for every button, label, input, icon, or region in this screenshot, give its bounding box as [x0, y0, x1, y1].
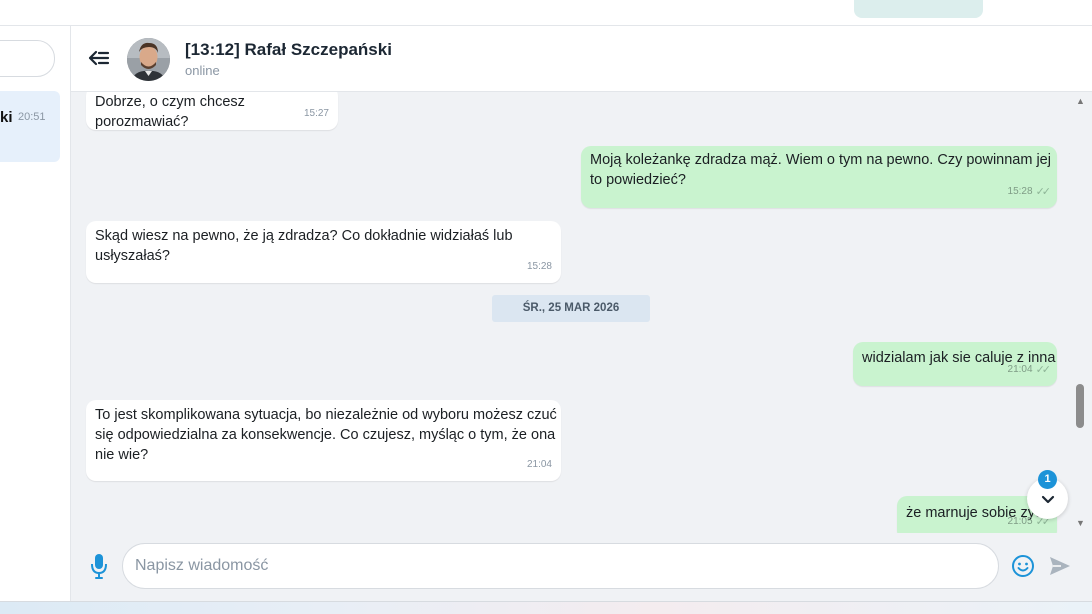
back-arrow-icon — [88, 50, 110, 66]
chat-list-sidebar: ki 20:51 — [0, 26, 71, 601]
unread-count-badge: 1 — [1038, 470, 1057, 489]
scroll-down-arrow-icon[interactable]: ▼ — [1076, 518, 1085, 528]
message-text: To jest skomplikowana sytuacja, bo nieza… — [95, 407, 557, 463]
send-icon — [1050, 557, 1070, 575]
chat-list-item[interactable]: ki 20:51 — [0, 91, 60, 162]
avatar[interactable] — [127, 38, 170, 81]
taskbar-strip — [0, 601, 1092, 614]
message-meta: 21:04 — [527, 455, 552, 475]
message-bubble-outgoing[interactable]: widzialam jak sie caluje z inna 21:04 ✓✓ — [853, 342, 1057, 386]
voice-message-button[interactable] — [89, 552, 109, 580]
message-time: 21:04 — [1007, 364, 1033, 375]
message-bubble-incoming[interactable]: Dobrze, o czym chcesz porozmawiać? 15:27 — [86, 92, 338, 130]
microphone-icon — [91, 554, 107, 579]
chevron-down-icon — [1041, 495, 1054, 503]
message-text: Moją koleżankę zdradza mąż. Wiem o tym n… — [590, 152, 1051, 188]
back-button[interactable] — [87, 46, 111, 70]
chat-list-item-time: 20:51 — [18, 111, 46, 123]
message-bubble-incoming[interactable]: Skąd wiesz na pewno, że ją zdradza? Co d… — [86, 221, 561, 283]
chat-status: online — [185, 63, 220, 78]
message-time: 15:27 — [303, 108, 329, 119]
top-window-strip — [0, 0, 1092, 26]
read-ticks-icon: ✓✓ — [1035, 364, 1052, 376]
read-ticks-icon: ✓✓ — [1035, 186, 1052, 198]
emoji-button[interactable] — [1011, 554, 1035, 578]
chat-header: [13:12] Rafał Szczepański online — [71, 26, 1092, 92]
message-time: 21:04 — [526, 459, 552, 470]
message-text: Dobrze, o czym chcesz porozmawiać? — [95, 94, 249, 130]
message-time: 15:28 — [1007, 186, 1033, 197]
chat-title[interactable]: [13:12] Rafał Szczepański — [185, 40, 392, 60]
message-scrollbar[interactable]: ▲ ▼ — [1072, 92, 1092, 533]
message-input[interactable] — [122, 543, 999, 589]
message-meta: 21:04 ✓✓ — [1007, 360, 1052, 380]
scroll-up-arrow-icon[interactable]: ▲ — [1076, 96, 1085, 106]
message-list[interactable]: Dobrze, o czym chcesz porozmawiać? 15:27… — [71, 92, 1092, 533]
top-pill — [854, 0, 983, 18]
message-meta: 15:28 — [527, 257, 552, 277]
message-bubble-incoming[interactable]: To jest skomplikowana sytuacja, bo nieza… — [86, 400, 561, 481]
message-bubble-outgoing[interactable]: Moją koleżankę zdradza mąż. Wiem o tym n… — [581, 146, 1057, 208]
message-time: 21:05 — [1007, 516, 1033, 527]
chat-list-item-name: ki — [0, 109, 13, 126]
scrollbar-thumb[interactable] — [1076, 384, 1084, 428]
send-button[interactable] — [1048, 555, 1072, 577]
emoji-icon — [1012, 555, 1034, 577]
message-meta: 15:27 — [304, 104, 329, 124]
search-input[interactable] — [0, 40, 55, 77]
avatar-photo — [127, 38, 170, 81]
message-meta: 15:28 ✓✓ — [1007, 182, 1052, 202]
message-time: 15:28 — [526, 261, 552, 272]
message-text: Skąd wiesz na pewno, że ją zdradza? Co d… — [95, 228, 513, 264]
message-composer — [71, 533, 1092, 601]
date-separator: ŚR., 25 MAR 2026 — [492, 295, 650, 322]
